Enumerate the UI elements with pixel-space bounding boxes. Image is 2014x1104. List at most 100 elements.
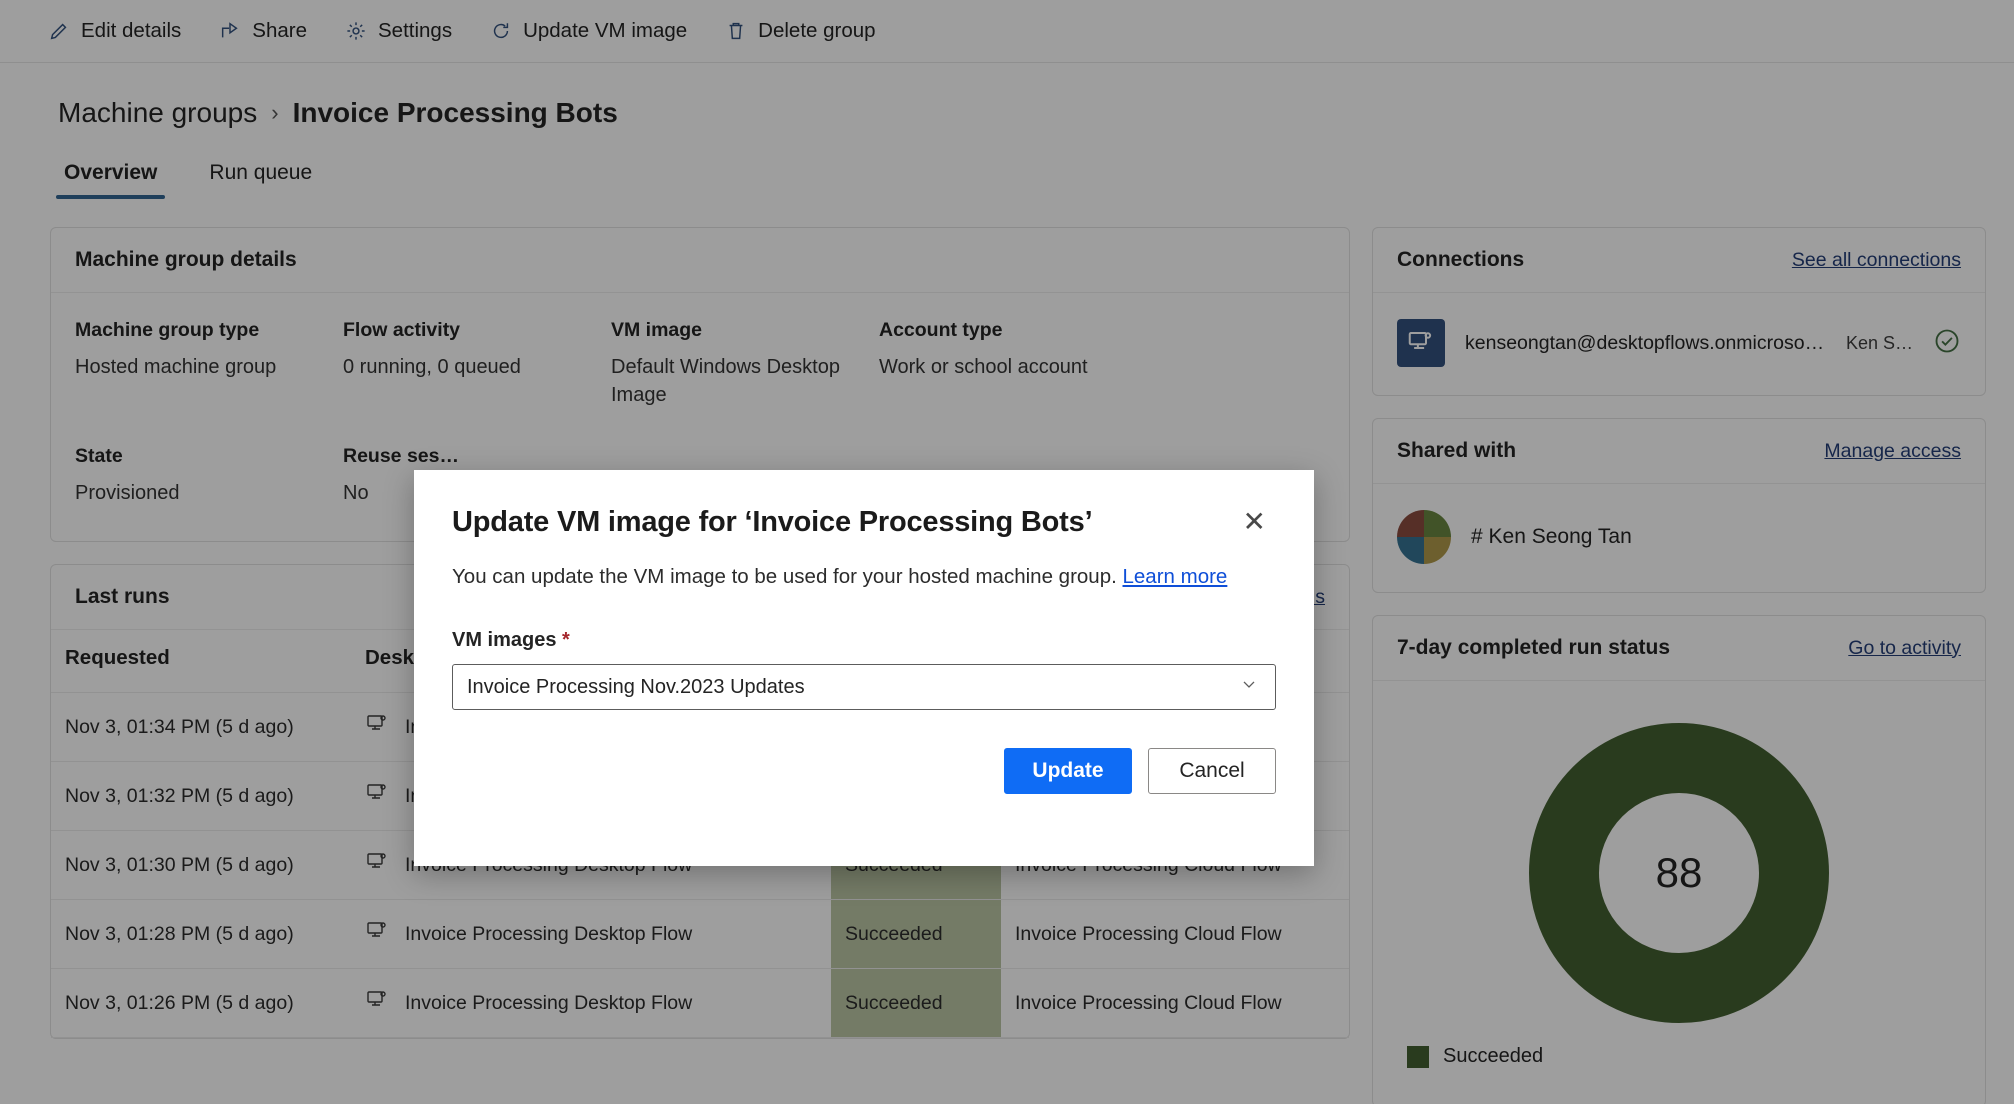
desktop-flow-connector-icon bbox=[1397, 319, 1445, 367]
required-asterisk: * bbox=[562, 629, 570, 651]
detail-value: Provisioned bbox=[75, 482, 180, 504]
desktop-flow-icon bbox=[365, 919, 389, 949]
command-label: Settings bbox=[378, 19, 453, 42]
detail-label: Reuse ses… bbox=[343, 445, 459, 467]
desktop-flow-icon bbox=[365, 850, 389, 880]
detail-label: Flow activity bbox=[343, 319, 461, 341]
detail-value: 0 running, 0 queued bbox=[343, 356, 521, 378]
avatar-quadrant bbox=[1424, 510, 1451, 537]
cell-requested: Nov 3, 01:28 PM (5 d ago) bbox=[51, 899, 351, 969]
detail-value: Work or school account bbox=[879, 356, 1088, 378]
dialog-description: You can update the VM image to be used f… bbox=[414, 539, 1314, 589]
card-title: Connections bbox=[1397, 248, 1525, 271]
cell-requested: Nov 3, 01:26 PM (5 d ago) bbox=[51, 968, 351, 1038]
close-icon[interactable]: ✕ bbox=[1239, 506, 1270, 538]
update-vm-image-dialog: Update VM image for ‘Invoice Processing … bbox=[414, 470, 1314, 866]
learn-more-link[interactable]: Learn more bbox=[1123, 565, 1228, 588]
table-row[interactable]: Nov 3, 01:26 PM (5 d ago) Invoice Proces… bbox=[51, 968, 1349, 1038]
detail-vm-image: VM image Default Windows Desktop Image bbox=[611, 319, 879, 409]
table-row[interactable]: Nov 3, 01:28 PM (5 d ago) Invoice Proces… bbox=[51, 899, 1349, 969]
field-label-text: VM images bbox=[452, 629, 557, 651]
connection-email: kenseongtan@desktopflows.onmicrosoft.c… bbox=[1465, 331, 1826, 354]
cell-status: Succeeded bbox=[831, 968, 1001, 1038]
detail-flow-activity: Flow activity 0 running, 0 queued bbox=[343, 319, 611, 409]
avatar-quadrant bbox=[1424, 537, 1451, 564]
cell-cloud-flow: Invoice Processing Cloud Flow bbox=[1001, 899, 1349, 969]
breadcrumb: Machine groups › Invoice Processing Bots bbox=[0, 63, 2014, 129]
dialog-header: Update VM image for ‘Invoice Processing … bbox=[414, 470, 1314, 539]
detail-label: VM image bbox=[611, 319, 703, 341]
donut-ring: 88 bbox=[1529, 723, 1829, 1023]
shared-with-card: Shared with Manage access # Ken Seong Ta… bbox=[1372, 418, 1986, 593]
check-circle-icon bbox=[1933, 327, 1961, 360]
vm-images-selected-value: Invoice Processing Nov.2023 Updates bbox=[467, 675, 805, 698]
update-button[interactable]: Update bbox=[1004, 748, 1132, 794]
detail-value: Hosted machine group bbox=[75, 356, 277, 378]
card-title: Machine group details bbox=[75, 248, 297, 271]
app-root: Edit details Share Settings Update VM im… bbox=[0, 0, 2014, 1104]
connection-item[interactable]: kenseongtan@desktopflows.onmicrosoft.c… … bbox=[1397, 319, 1961, 367]
cancel-button[interactable]: Cancel bbox=[1148, 748, 1276, 794]
column-header-requested[interactable]: Requested bbox=[51, 630, 351, 693]
go-to-activity-link[interactable]: Go to activity bbox=[1848, 637, 1961, 660]
command-label: Edit details bbox=[81, 19, 182, 42]
cell-text: Invoice Processing Desktop Flow bbox=[405, 991, 693, 1014]
vm-images-field: VM images * Invoice Processing Nov.2023 … bbox=[414, 589, 1314, 710]
cell-status: Succeeded bbox=[831, 899, 1001, 969]
detail-account-type: Account type Work or school account bbox=[879, 319, 1147, 409]
cell-desktop-flow: Invoice Processing Desktop Flow bbox=[351, 899, 831, 969]
dialog-title: Update VM image for ‘Invoice Processing … bbox=[452, 506, 1093, 538]
pencil-icon bbox=[48, 20, 70, 42]
see-all-connections-link[interactable]: See all connections bbox=[1792, 249, 1961, 272]
shared-person-item[interactable]: # Ken Seong Tan bbox=[1397, 510, 1961, 564]
cell-text: Invoice Processing Desktop Flow bbox=[405, 922, 693, 945]
detail-machine-group-type: Machine group type Hosted machine group bbox=[75, 319, 343, 409]
details-row-1: Machine group type Hosted machine group … bbox=[75, 319, 1325, 409]
connection-owner: Ken S… bbox=[1845, 332, 1913, 353]
chevron-down-icon bbox=[1239, 674, 1259, 700]
card-title: Last runs bbox=[75, 585, 170, 608]
shared-person-name: # Ken Seong Tan bbox=[1471, 525, 1632, 548]
dialog-actions: Update Cancel bbox=[414, 710, 1314, 794]
command-delete-group[interactable]: Delete group bbox=[725, 19, 876, 43]
connections-card: Connections See all connections kenseong… bbox=[1372, 227, 1986, 396]
cell-cloud-flow: Invoice Processing Cloud Flow bbox=[1001, 968, 1349, 1038]
card-header: Connections See all connections bbox=[1373, 228, 1985, 293]
trash-icon bbox=[725, 20, 747, 42]
share-icon bbox=[219, 20, 241, 42]
dialog-description-text: You can update the VM image to be used f… bbox=[452, 565, 1117, 588]
command-share[interactable]: Share bbox=[219, 19, 307, 43]
page-title: Invoice Processing Bots bbox=[292, 97, 618, 128]
command-label: Share bbox=[252, 19, 307, 42]
tab-run-queue[interactable]: Run queue bbox=[201, 157, 320, 199]
tab-overview[interactable]: Overview bbox=[56, 157, 166, 199]
command-bar: Edit details Share Settings Update VM im… bbox=[0, 0, 2014, 63]
tab-label: Overview bbox=[64, 161, 158, 184]
legend-swatch-succeeded bbox=[1407, 1045, 1429, 1068]
vm-images-label: VM images * bbox=[452, 629, 1276, 652]
command-edit-details[interactable]: Edit details bbox=[48, 19, 181, 43]
vm-images-select[interactable]: Invoice Processing Nov.2023 Updates bbox=[452, 664, 1276, 710]
desktop-flow-icon bbox=[365, 988, 389, 1018]
breadcrumb-parent[interactable]: Machine groups bbox=[58, 97, 257, 129]
command-settings[interactable]: Settings bbox=[345, 19, 452, 43]
card-header: 7-day completed run status Go to activit… bbox=[1373, 616, 1985, 681]
detail-value: Default Windows Desktop Image bbox=[611, 356, 840, 406]
command-update-vm-image[interactable]: Update VM image bbox=[490, 19, 687, 43]
cell-desktop-flow: Invoice Processing Desktop Flow bbox=[351, 968, 831, 1038]
card-body: # Ken Seong Tan bbox=[1373, 484, 1985, 592]
card-header: Machine group details bbox=[51, 228, 1349, 293]
card-header: Shared with Manage access bbox=[1373, 419, 1985, 484]
legend-label-succeeded: Succeeded bbox=[1443, 1045, 1544, 1067]
manage-access-link[interactable]: Manage access bbox=[1824, 440, 1961, 463]
detail-state: State Provisioned bbox=[75, 445, 343, 507]
side-column: Connections See all connections kenseong… bbox=[1372, 227, 1986, 1104]
command-label: Update VM image bbox=[523, 19, 688, 42]
avatar-quadrant bbox=[1397, 510, 1424, 537]
donut-center-value: 88 bbox=[1655, 849, 1703, 896]
cell-requested: Nov 3, 01:34 PM (5 d ago) bbox=[51, 692, 351, 762]
refresh-icon bbox=[490, 20, 512, 42]
cell-requested: Nov 3, 01:30 PM (5 d ago) bbox=[51, 830, 351, 900]
avatar bbox=[1397, 510, 1451, 564]
donut-chart: 88 Succeeded bbox=[1397, 707, 1961, 1078]
